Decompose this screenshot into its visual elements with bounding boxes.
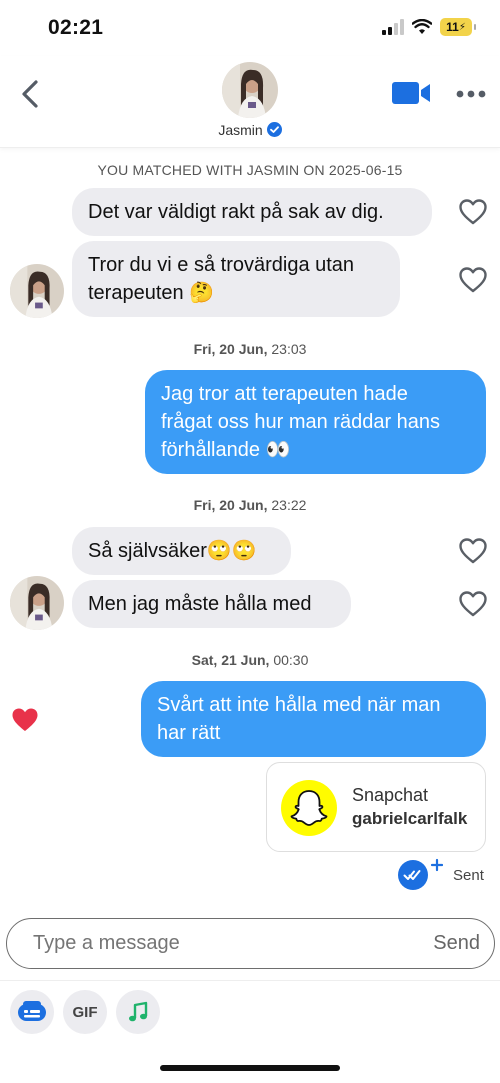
message-timestamp: Fri, 20 Jun, 23:22 xyxy=(0,497,500,513)
more-options-button[interactable] xyxy=(456,84,486,104)
battery-indicator: 11 ⚡ xyxy=(440,18,476,36)
incoming-message[interactable]: Tror du vi e så trovärdiga utan terapeut… xyxy=(72,241,400,317)
message-text: Men jag måste hålla med xyxy=(88,593,312,615)
message-line: Jag tror att terapeuten hade xyxy=(161,383,408,405)
signal-icon xyxy=(382,19,404,35)
status-icons: 11 ⚡ xyxy=(382,18,476,36)
message-timestamp: Sat, 21 Jun, 00:30 xyxy=(0,652,500,668)
snapchat-username: gabrielcarlfalk xyxy=(352,809,468,828)
contact-name: Jasmin xyxy=(218,122,263,138)
heart-outline-icon xyxy=(459,267,487,293)
message-input[interactable] xyxy=(33,932,373,955)
like-button[interactable] xyxy=(458,198,488,226)
like-button[interactable] xyxy=(458,590,488,618)
contact-name-row[interactable]: Jasmin xyxy=(0,122,500,138)
timestamp-time: 23:22 xyxy=(271,497,307,513)
message-line: förhållande 👀 xyxy=(161,439,291,461)
timestamp-time: 00:30 xyxy=(273,652,309,668)
match-banner: YOU MATCHED WITH JASMIN ON 2025-06-15 xyxy=(97,162,403,178)
incoming-message[interactable]: Det var väldigt rakt på sak av dig. xyxy=(72,188,432,236)
music-button[interactable] xyxy=(116,990,160,1034)
heart-outline-icon xyxy=(459,538,487,564)
message-line: terapeuten 🤔 xyxy=(88,282,215,304)
message-line: Svårt att inte hålla med när man xyxy=(157,694,441,716)
chevron-left-icon xyxy=(22,80,38,108)
video-camera-icon xyxy=(392,82,430,104)
heart-outline-icon xyxy=(459,199,487,225)
timestamp-day: Sat, 21 Jun, xyxy=(191,652,270,668)
battery-level: 11 xyxy=(446,20,459,34)
sender-avatar[interactable] xyxy=(10,576,64,630)
sent-status-icon xyxy=(397,858,444,890)
video-call-button[interactable] xyxy=(392,80,432,106)
home-indicator[interactable] xyxy=(160,1065,340,1071)
timestamp-day: Fri, 20 Jun, xyxy=(193,341,268,357)
gif-label: GIF xyxy=(72,1003,98,1021)
gif-button[interactable]: GIF xyxy=(63,990,107,1034)
timestamp-day: Fri, 20 Jun, xyxy=(193,497,268,513)
send-button[interactable]: Send xyxy=(433,932,480,955)
avatar-photo xyxy=(10,264,64,318)
avatar-photo xyxy=(222,62,278,118)
outgoing-message[interactable]: Jag tror att terapeuten hade frågat oss … xyxy=(145,370,486,474)
status-bar: 02:21 11 ⚡ xyxy=(0,0,500,56)
toolbar-divider xyxy=(0,980,500,981)
sent-status-label: Sent xyxy=(453,867,484,884)
message-line: Tror du vi e så trovärdiga utan xyxy=(88,254,355,276)
sticker-icon xyxy=(18,1001,46,1021)
like-button[interactable] xyxy=(458,537,488,565)
back-button[interactable] xyxy=(16,76,46,112)
snapchat-card[interactable]: Snapchat gabrielcarlfalk xyxy=(266,762,486,852)
wifi-icon xyxy=(412,19,432,34)
message-composer: Send xyxy=(6,918,495,969)
music-note-icon xyxy=(129,1001,148,1022)
avatar-photo xyxy=(10,576,64,630)
heart-filled-icon xyxy=(12,708,38,731)
contact-avatar[interactable] xyxy=(222,62,278,118)
message-line: frågat oss hur man räddar hans xyxy=(161,411,441,433)
message-text: Det var väldigt rakt på sak av dig. xyxy=(88,201,384,223)
chat-header: Jasmin xyxy=(0,56,500,148)
snapchat-card-title: Snapchat xyxy=(352,785,429,805)
message-line: har rätt xyxy=(157,722,221,744)
like-button[interactable] xyxy=(458,266,488,294)
timestamp-time: 23:03 xyxy=(271,341,307,357)
sticker-button[interactable] xyxy=(10,990,54,1034)
outgoing-message[interactable]: Svårt att inte hålla med när man har rät… xyxy=(141,681,486,757)
liked-heart-indicator xyxy=(10,706,40,734)
more-dots-icon xyxy=(456,90,486,98)
status-time: 02:21 xyxy=(48,16,104,39)
heart-outline-icon xyxy=(459,591,487,617)
charging-icon: ⚡ xyxy=(458,21,466,33)
incoming-message[interactable]: Men jag måste hålla med xyxy=(72,580,351,628)
verified-badge-icon xyxy=(266,122,282,137)
message-text: Så självsäker🙄🙄 xyxy=(88,540,257,562)
snapchat-logo-icon xyxy=(281,780,337,836)
incoming-message[interactable]: Så självsäker🙄🙄 xyxy=(72,527,291,575)
sender-avatar[interactable] xyxy=(10,264,64,318)
message-timestamp: Fri, 20 Jun, 23:03 xyxy=(0,341,500,357)
